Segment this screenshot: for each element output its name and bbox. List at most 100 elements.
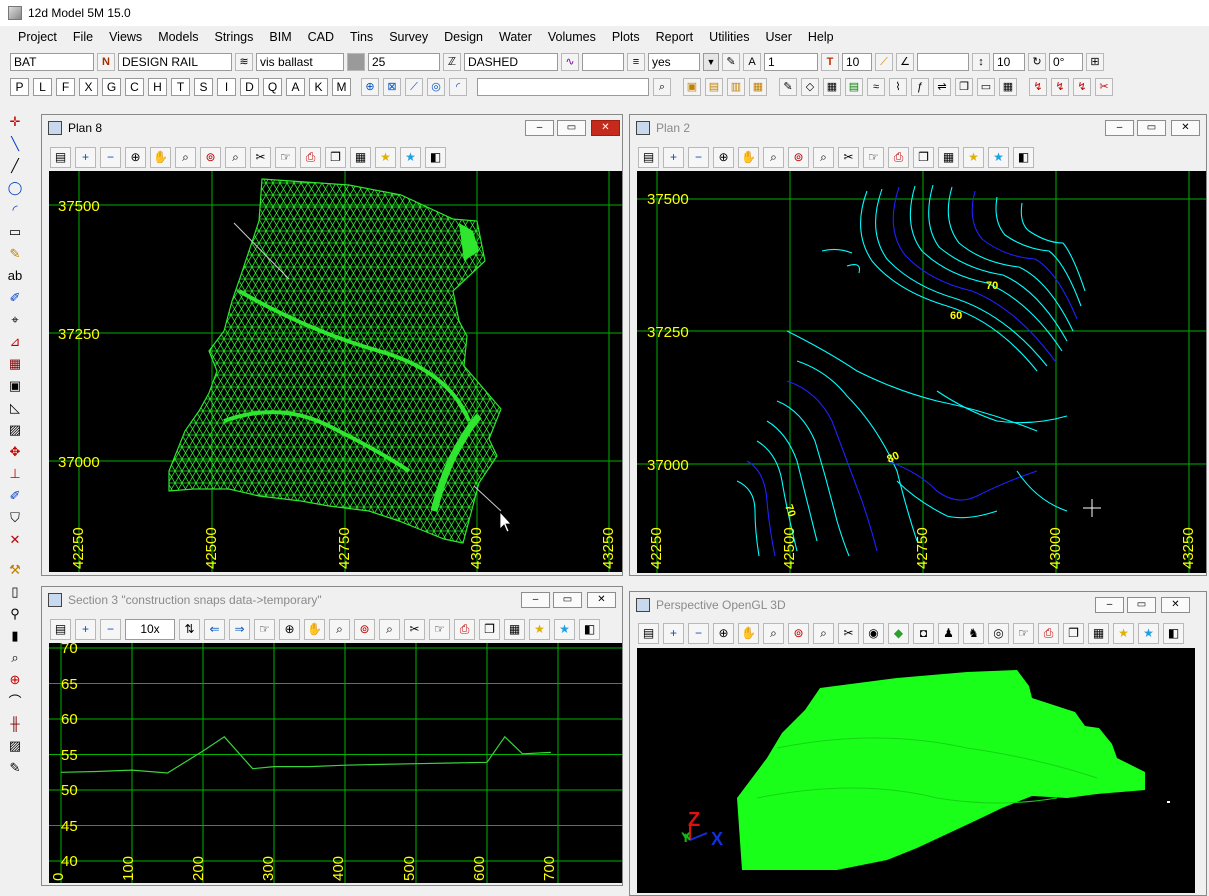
marker-icon[interactable]: ⌕: [5, 650, 25, 669]
ruler-icon[interactable]: ⟋: [875, 53, 893, 71]
linestyle-icon[interactable]: ∿: [561, 53, 579, 71]
menu-design[interactable]: Design: [436, 26, 491, 48]
text-style-field[interactable]: 1: [764, 53, 818, 71]
snap-cross-icon[interactable]: ⊠: [383, 78, 401, 96]
clone-icon[interactable]: ❐: [479, 618, 500, 640]
break-icon[interactable]: ✂: [1095, 78, 1113, 96]
linestyle-field[interactable]: DASHED: [464, 53, 558, 71]
pan-icon[interactable]: ✋: [304, 618, 325, 640]
snap-p-button[interactable]: P: [10, 78, 29, 96]
snap-d-button[interactable]: D: [240, 78, 259, 96]
pen-icon[interactable]: ✎: [722, 53, 740, 71]
grid-view-icon[interactable]: ▦: [1088, 622, 1109, 644]
menu-project[interactable]: Project: [10, 26, 65, 48]
rectangle-icon[interactable]: ▭: [5, 224, 25, 243]
zoom-box-icon[interactable]: ⊚: [788, 622, 809, 644]
texture-icon[interactable]: ◆: [888, 622, 909, 644]
zoom-fit-icon[interactable]: ⌕: [175, 146, 196, 168]
point-icon[interactable]: ✛: [5, 114, 25, 133]
search-icon[interactable]: ⌕: [653, 78, 671, 96]
print-icon[interactable]: ⎙: [454, 618, 475, 640]
menu-cad[interactable]: CAD: [300, 26, 342, 48]
zoom-icon[interactable]: ⌕: [379, 618, 400, 640]
snap-c-button[interactable]: C: [125, 78, 144, 96]
grid-icon[interactable]: ▦: [999, 78, 1017, 96]
menu-tins[interactable]: Tins: [342, 26, 381, 48]
arrow-right-icon[interactable]: ⇒: [229, 618, 250, 640]
draw-icon[interactable]: ✐: [5, 488, 25, 507]
menu-file[interactable]: File: [65, 26, 101, 48]
favourite-icon[interactable]: ★: [988, 146, 1009, 168]
edit-icon[interactable]: ✎: [779, 78, 797, 96]
plan8-canvas[interactable]: 37500 37250 37000 42250 42500 42750 4300…: [49, 171, 622, 572]
snap-g-button[interactable]: G: [102, 78, 121, 96]
height-icon[interactable]: ↕: [972, 53, 990, 71]
minimize-button[interactable]: –: [1095, 597, 1124, 613]
menu-strings[interactable]: Strings: [206, 26, 261, 48]
chart-icon[interactable]: ▤: [845, 78, 863, 96]
split-icon[interactable]: ◧: [1163, 622, 1184, 644]
print-icon[interactable]: ⎙: [300, 146, 321, 168]
zoom-fit-icon[interactable]: ⌕: [763, 622, 784, 644]
zoom-fit-icon[interactable]: ⌕: [329, 618, 350, 640]
model-field[interactable]: BAT: [10, 53, 94, 71]
snap-t-button[interactable]: T: [171, 78, 190, 96]
node-icon[interactable]: ⊕: [5, 672, 25, 691]
model-add-icon[interactable]: ▤: [705, 78, 723, 96]
line-icon[interactable]: ╲: [5, 136, 25, 155]
link-icon[interactable]: ⇌: [933, 78, 951, 96]
snap-point-icon[interactable]: ⊕: [361, 78, 379, 96]
remove-icon[interactable]: −: [688, 146, 709, 168]
vertex-icon[interactable]: ⌖: [5, 312, 25, 331]
add-icon[interactable]: +: [663, 146, 684, 168]
folder-icon[interactable]: ▣: [683, 78, 701, 96]
plan8-window[interactable]: Plan 8 – ▭ ✕ ▤ + − ⊕ ✋ ⌕ ⊚ ⌕ ✂ ☞ ⎙ ❐ ▦ ★…: [41, 114, 623, 576]
view-menu-icon[interactable]: ▤: [638, 146, 659, 168]
fillet-icon[interactable]: ↯: [1051, 78, 1069, 96]
select-icon[interactable]: ☞: [429, 618, 450, 640]
zoom-icon[interactable]: ⌕: [813, 622, 834, 644]
menu-water[interactable]: Water: [491, 26, 540, 48]
copy-icon[interactable]: ❐: [955, 78, 973, 96]
zoom-box-icon[interactable]: ⊚: [788, 146, 809, 168]
snap-x-button[interactable]: X: [79, 78, 98, 96]
measure-icon[interactable]: ⊿: [5, 334, 25, 353]
section-icon[interactable]: ▯: [5, 584, 25, 603]
snap-m-button[interactable]: M: [332, 78, 351, 96]
minimize-button[interactable]: –: [521, 592, 550, 608]
zoom-box-icon[interactable]: ⊚: [354, 618, 375, 640]
pick-icon[interactable]: ☞: [863, 146, 884, 168]
maximize-button[interactable]: ▭: [1127, 597, 1156, 613]
add-icon[interactable]: +: [663, 622, 684, 644]
z-value-icon[interactable]: ℤ: [443, 53, 461, 71]
table-icon[interactable]: ▦: [823, 78, 841, 96]
table-icon-left[interactable]: ▦: [5, 356, 25, 375]
align-icon[interactable]: ⊞: [1086, 53, 1104, 71]
camera-icon[interactable]: ◘: [913, 622, 934, 644]
star-icon[interactable]: ★: [1113, 622, 1134, 644]
minimize-button[interactable]: –: [1105, 120, 1134, 136]
name-icon[interactable]: N: [97, 53, 115, 71]
remove-icon[interactable]: −: [100, 618, 121, 640]
chamfer-icon[interactable]: ↯: [1073, 78, 1091, 96]
rail-icon[interactable]: ╫: [5, 716, 25, 735]
star-icon[interactable]: ★: [375, 146, 396, 168]
text-icon[interactable]: ab: [5, 268, 25, 287]
remove-icon[interactable]: −: [100, 146, 121, 168]
menu-volumes[interactable]: Volumes: [540, 26, 604, 48]
text-size-field[interactable]: 10: [842, 53, 872, 71]
model-view-icon[interactable]: ▦: [749, 78, 767, 96]
waves-icon[interactable]: ≈: [867, 78, 885, 96]
close-button[interactable]: ✕: [1161, 597, 1190, 613]
menu-user[interactable]: User: [757, 26, 799, 48]
zoom-in-icon[interactable]: ⊕: [125, 146, 146, 168]
function-icon[interactable]: ƒ: [911, 78, 929, 96]
grid-view-icon[interactable]: ▦: [350, 146, 371, 168]
plan2-canvas[interactable]: 37500 37250 37000 42250 42500 42750 4300…: [637, 171, 1206, 573]
clone-icon[interactable]: ❐: [1063, 622, 1084, 644]
shield-icon[interactable]: ⛉: [5, 510, 25, 529]
maximize-button[interactable]: ▭: [557, 120, 586, 136]
weight-icon[interactable]: ≡: [627, 53, 645, 71]
string-name-field[interactable]: DESIGN RAIL: [118, 53, 232, 71]
menu-models[interactable]: Models: [150, 26, 206, 48]
